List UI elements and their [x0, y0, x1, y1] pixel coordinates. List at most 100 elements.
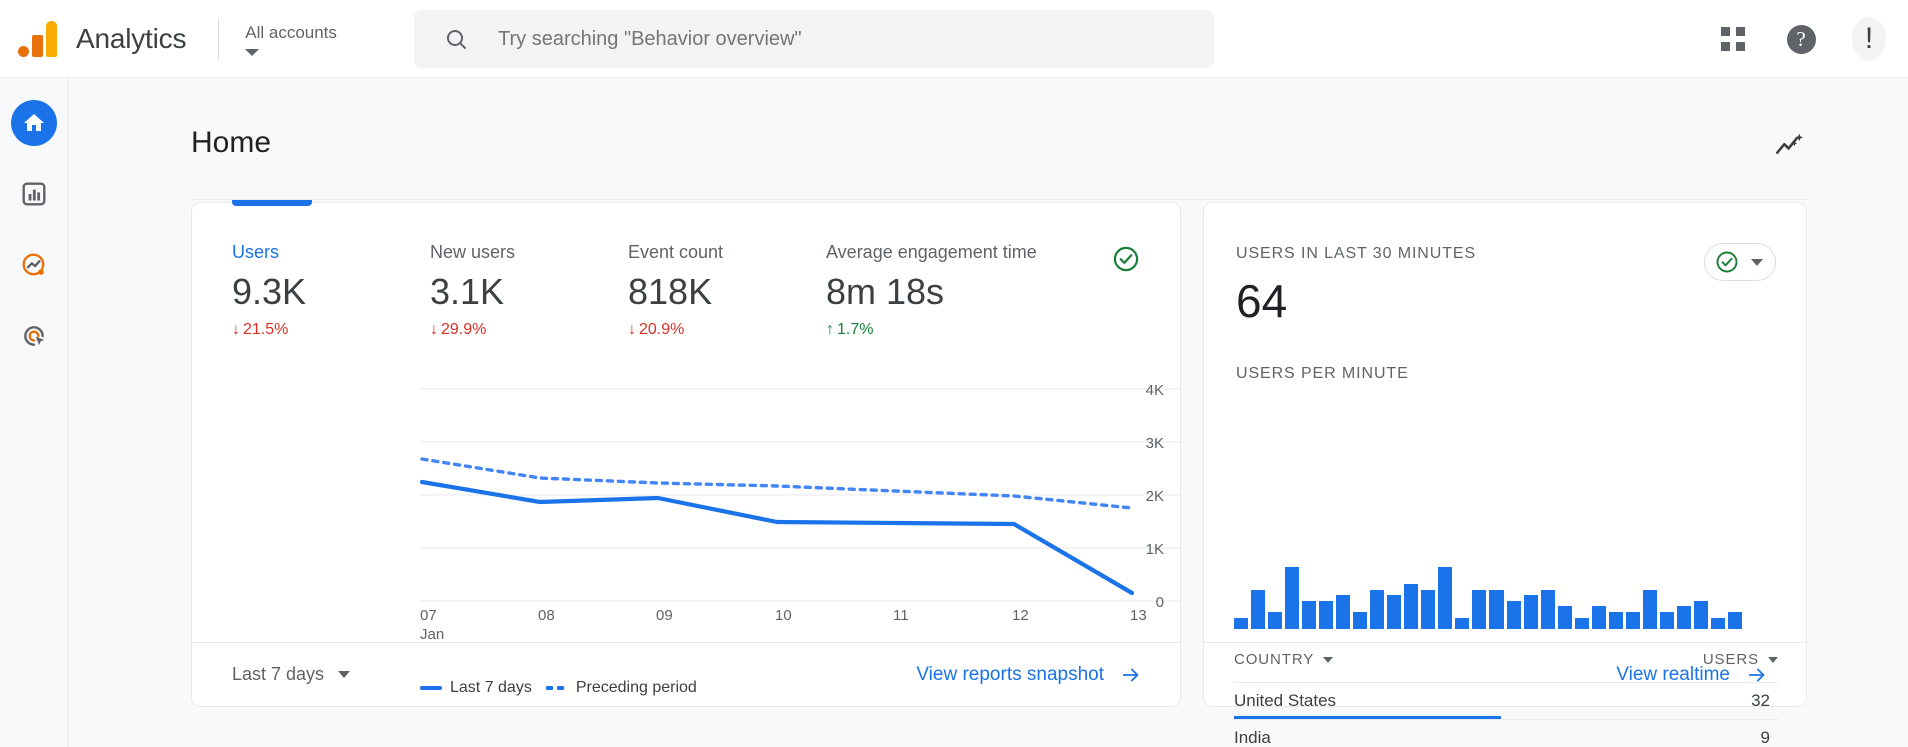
- bar: [1625, 612, 1640, 629]
- overview-card-footer: Last 7 days View reports snapshot: [192, 642, 1180, 706]
- page-header: Home: [191, 126, 1807, 200]
- search-input[interactable]: [498, 27, 1158, 51]
- metric-tab-new-users[interactable]: New users 3.1K ↓ 29.9%: [430, 241, 628, 339]
- topbar-actions: ? !: [1716, 0, 1886, 78]
- metric-value: 818K: [628, 271, 713, 312]
- metric-value: 3.1K: [430, 271, 505, 312]
- country-users-value: 9: [1760, 728, 1770, 747]
- bar: [1438, 567, 1453, 629]
- sidebar-item-advertising[interactable]: [11, 313, 57, 359]
- bar: [1472, 589, 1487, 629]
- bar: [1370, 589, 1385, 629]
- bar: [1540, 589, 1555, 629]
- sidebar-item-reports[interactable]: [11, 171, 57, 217]
- x-tick-label: 07: [420, 607, 437, 624]
- realtime-card: USERS IN LAST 30 MINUTES 64 USERS PER MI…: [1203, 202, 1807, 747]
- metric-delta-value: 20.9%: [639, 321, 685, 338]
- view-reports-snapshot-link[interactable]: View reports snapshot: [916, 664, 1142, 686]
- date-range-label: Last 7 days: [232, 664, 325, 684]
- cards-row: Users 9.3K ↓ 21.5% New users 3.1K ↓ 29.9…: [191, 200, 1807, 747]
- bar: [1591, 606, 1606, 629]
- search-bar[interactable]: [414, 10, 1214, 68]
- chevron-down-icon: [338, 671, 351, 678]
- arrow-right-icon: [1122, 668, 1139, 681]
- help-button[interactable]: ?: [1784, 22, 1818, 56]
- date-range-selector[interactable]: Last 7 days: [232, 664, 351, 685]
- x-tick-label: 10: [775, 607, 792, 624]
- check-circle-icon[interactable]: [1112, 245, 1140, 273]
- bar: [1710, 617, 1725, 629]
- metric-label: New users: [430, 242, 516, 262]
- sidebar-item-explore[interactable]: [11, 242, 57, 288]
- bar: [1693, 600, 1708, 629]
- line-chart-svg: 4K 3K 2K 1K 0: [419, 382, 1287, 611]
- insights-sparkle-icon[interactable]: [1773, 130, 1807, 169]
- sidebar-item-home[interactable]: [11, 100, 57, 146]
- arrow-down-icon: ↓: [430, 321, 438, 338]
- top-app-bar: Analytics All accounts ? !: [0, 0, 1908, 78]
- realtime-card-footer: View realtime: [1204, 642, 1806, 706]
- arrow-down-icon: ↓: [232, 321, 240, 338]
- table-row[interactable]: India 9: [1234, 719, 1778, 747]
- help-icon: ?: [1786, 24, 1816, 54]
- y-tick-label: 4K: [1146, 382, 1164, 399]
- metric-delta: ↓ 20.9%: [628, 321, 826, 339]
- arrow-down-icon: ↓: [628, 321, 636, 338]
- y-tick-label: 3K: [1146, 435, 1164, 452]
- bar: [1506, 600, 1521, 629]
- account-selector-label: All accounts: [245, 22, 337, 42]
- arrow-right-icon: [1748, 668, 1765, 681]
- bar: [1557, 606, 1572, 629]
- alerts-button[interactable]: !: [1852, 17, 1886, 61]
- explore-icon: [22, 253, 45, 276]
- x-tick-label: 12: [1012, 607, 1029, 624]
- bar: [1353, 612, 1368, 629]
- left-nav-rail: [0, 78, 69, 747]
- metric-delta: ↓ 29.9%: [430, 321, 628, 339]
- metric-tab-avg-engagement-time[interactable]: Average engagement time 8m 18s ↑ 1.7%: [826, 241, 1156, 339]
- bar: [1234, 617, 1249, 629]
- bar: [1727, 612, 1742, 629]
- realtime-user-count: 64: [1236, 275, 1288, 327]
- advertising-target-icon: [24, 326, 45, 346]
- link-label: View realtime: [1616, 663, 1730, 685]
- bar: [1489, 589, 1504, 629]
- check-circle-icon: [1716, 251, 1738, 273]
- main-content: Home Users 9.3K ↓ 21.5% New users 3.1K ↓…: [69, 78, 1908, 747]
- link-label: View reports snapshot: [916, 663, 1104, 685]
- bar: [1523, 595, 1538, 629]
- metric-value: 9.3K: [232, 271, 307, 312]
- metric-tab-event-count[interactable]: Event count 818K ↓ 20.9%: [628, 241, 826, 339]
- account-selector[interactable]: All accounts: [245, 22, 337, 56]
- y-tick-label: 1K: [1146, 541, 1164, 558]
- bar: [1659, 612, 1674, 629]
- analytics-logo-icon[interactable]: [18, 20, 60, 57]
- apps-grid-button[interactable]: [1716, 22, 1750, 56]
- metric-delta-value: 21.5%: [243, 321, 289, 338]
- metric-tab-users[interactable]: Users 9.3K ↓ 21.5%: [232, 241, 430, 339]
- bar-chart-icon: [22, 182, 46, 206]
- bar: [1676, 606, 1691, 629]
- x-tick-label: 08: [538, 607, 555, 624]
- arrow-up-icon: ↑: [826, 321, 834, 338]
- page-title: Home: [191, 126, 272, 159]
- users-line-chart: 4K 3K 2K 1K 0: [192, 365, 1287, 615]
- home-icon: [24, 114, 44, 131]
- bar: [1302, 600, 1317, 629]
- bar: [1285, 567, 1300, 629]
- users-per-minute-label: USERS PER MINUTE: [1236, 365, 1409, 382]
- metric-value: 8m 18s: [826, 271, 945, 312]
- chevron-down-icon: [1751, 258, 1763, 266]
- bar: [1319, 600, 1334, 629]
- metric-delta-value: 1.7%: [837, 321, 874, 338]
- view-realtime-link[interactable]: View realtime: [1616, 664, 1768, 686]
- realtime-status-chip[interactable]: [1704, 243, 1776, 281]
- bar: [1608, 612, 1623, 629]
- alert-icon: !: [1852, 17, 1886, 61]
- divider: [218, 17, 220, 60]
- bar: [1251, 589, 1266, 629]
- y-tick-label: 2K: [1146, 488, 1164, 505]
- bar: [1421, 589, 1436, 629]
- bar: [1336, 595, 1351, 629]
- metric-delta-value: 29.9%: [441, 321, 487, 338]
